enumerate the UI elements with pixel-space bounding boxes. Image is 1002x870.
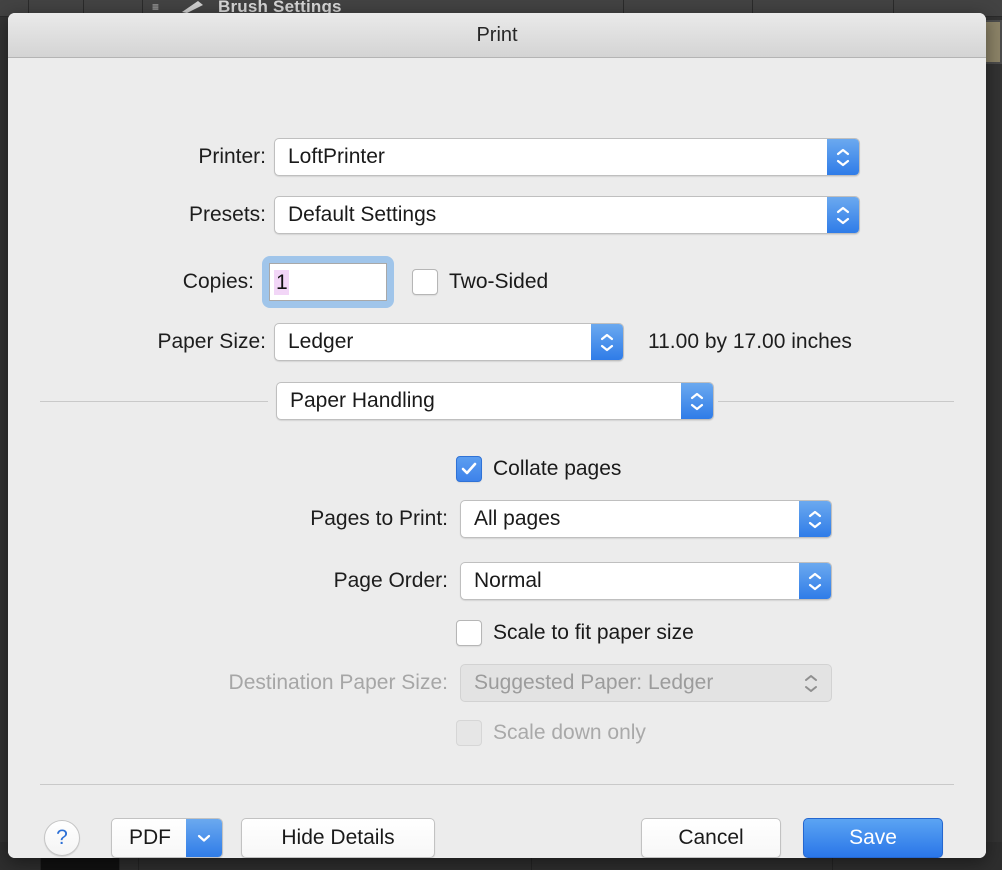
- destination-paper-size-label: Destination Paper Size:: [228, 671, 448, 694]
- copies-input[interactable]: 1: [269, 263, 387, 301]
- collate-checkbox-row[interactable]: Collate pages: [456, 456, 621, 482]
- brush-icon: [182, 1, 203, 13]
- two-sided-checkbox[interactable]: [412, 269, 438, 295]
- pane-selector-value: Paper Handling: [290, 389, 435, 412]
- paper-size-row: Paper Size: Ledger 11.00 by 17.00 inches: [8, 323, 948, 361]
- save-label: Save: [849, 826, 897, 849]
- dialog-body: Printer: LoftPrinter Presets: Default Se…: [8, 58, 986, 858]
- pdf-button[interactable]: PDF: [111, 818, 223, 858]
- printer-label: Printer:: [198, 145, 266, 168]
- scale-down-only-checkbox-row: Scale down only: [456, 720, 646, 746]
- destination-paper-size-value: Suggested Paper: Ledger: [474, 671, 714, 694]
- cancel-label: Cancel: [678, 826, 744, 849]
- copies-label: Copies:: [182, 270, 254, 293]
- save-button[interactable]: Save: [803, 818, 943, 858]
- hide-details-button[interactable]: Hide Details: [241, 818, 435, 858]
- page-order-row: Page Order: Normal: [8, 562, 838, 600]
- scale-to-fit-checkbox-row[interactable]: Scale to fit paper size: [456, 620, 694, 646]
- copies-field-focus-ring: 1: [262, 256, 394, 308]
- screen: ≡ Brush Settings Print Printer: LoftPrin…: [0, 0, 1002, 870]
- pdf-button-wrap: PDF: [111, 818, 223, 858]
- list-icon: ≡: [152, 0, 160, 14]
- pages-to-print-value: All pages: [474, 507, 561, 530]
- paper-size-stepper-icon[interactable]: [591, 324, 623, 360]
- two-sided-checkbox-row[interactable]: Two-Sided: [412, 269, 548, 295]
- printer-stepper-icon[interactable]: [827, 139, 859, 175]
- presets-stepper-icon[interactable]: [827, 197, 859, 233]
- pane-separator-left: [40, 401, 268, 402]
- cancel-button[interactable]: Cancel: [641, 818, 781, 858]
- destination-paper-size-select: Suggested Paper: Ledger: [460, 664, 832, 702]
- dialog-title: Print: [476, 24, 518, 46]
- scale-to-fit-label: Scale to fit paper size: [493, 621, 694, 644]
- page-order-stepper-icon[interactable]: [799, 563, 831, 599]
- scale-down-only-checkbox: [456, 720, 482, 746]
- presets-label: Presets:: [188, 203, 266, 226]
- hide-details-label: Hide Details: [281, 826, 395, 849]
- pdf-button-label: PDF: [129, 826, 171, 849]
- footer-separator: [40, 784, 954, 785]
- pages-to-print-label: Pages to Print:: [310, 507, 448, 530]
- chevron-down-icon[interactable]: [186, 819, 222, 857]
- help-button[interactable]: ?: [44, 820, 80, 856]
- page-order-value: Normal: [474, 569, 542, 592]
- help-button-label: ?: [56, 826, 68, 849]
- hide-details-button-wrap: Hide Details: [241, 818, 435, 858]
- pane-selector-stepper-icon[interactable]: [681, 383, 713, 419]
- paper-size-dimensions: 11.00 by 17.00 inches: [648, 330, 852, 353]
- print-dialog: Print Printer: LoftPrinter Presets: Defa…: [8, 13, 986, 858]
- destination-paper-size-stepper-icon: [795, 665, 827, 701]
- collate-checkbox[interactable]: [456, 456, 482, 482]
- page-order-label: Page Order:: [333, 569, 448, 592]
- scale-to-fit-row[interactable]: Scale to fit paper size: [456, 620, 694, 646]
- paper-size-select[interactable]: Ledger: [274, 323, 624, 361]
- presets-select[interactable]: Default Settings: [274, 196, 860, 234]
- copies-value: 1: [274, 269, 289, 295]
- destination-paper-size-row: Destination Paper Size: Suggested Paper:…: [8, 664, 838, 702]
- help-button-wrap: ?: [44, 820, 80, 856]
- cancel-button-wrap: Cancel: [641, 818, 781, 858]
- save-button-wrap: Save: [803, 818, 943, 858]
- page-order-select[interactable]: Normal: [460, 562, 832, 600]
- presets-value: Default Settings: [288, 203, 437, 226]
- scale-down-only-row: Scale down only: [456, 720, 646, 746]
- dialog-titlebar: Print: [8, 13, 986, 58]
- checkmark-icon: [461, 462, 477, 475]
- paper-size-label: Paper Size:: [157, 330, 266, 353]
- pane-selector-row: Paper Handling: [276, 382, 714, 420]
- pane-selector-select[interactable]: Paper Handling: [276, 382, 714, 420]
- pages-to-print-select[interactable]: All pages: [460, 500, 832, 538]
- pages-to-print-stepper-icon[interactable]: [799, 501, 831, 537]
- scale-down-only-label: Scale down only: [493, 721, 646, 744]
- collate-label: Collate pages: [493, 457, 622, 480]
- printer-row: Printer: LoftPrinter: [8, 138, 868, 176]
- paper-size-value: Ledger: [288, 330, 354, 353]
- printer-select[interactable]: LoftPrinter: [274, 138, 860, 176]
- scale-to-fit-checkbox[interactable]: [456, 620, 482, 646]
- pages-to-print-row: Pages to Print: All pages: [8, 500, 838, 538]
- pane-separator-right: [718, 401, 954, 402]
- copies-row: Copies: 1 Two-Sided: [8, 256, 708, 308]
- two-sided-label: Two-Sided: [449, 270, 549, 293]
- printer-value: LoftPrinter: [288, 145, 385, 168]
- presets-row: Presets: Default Settings: [8, 196, 868, 234]
- collate-row[interactable]: Collate pages: [456, 456, 621, 482]
